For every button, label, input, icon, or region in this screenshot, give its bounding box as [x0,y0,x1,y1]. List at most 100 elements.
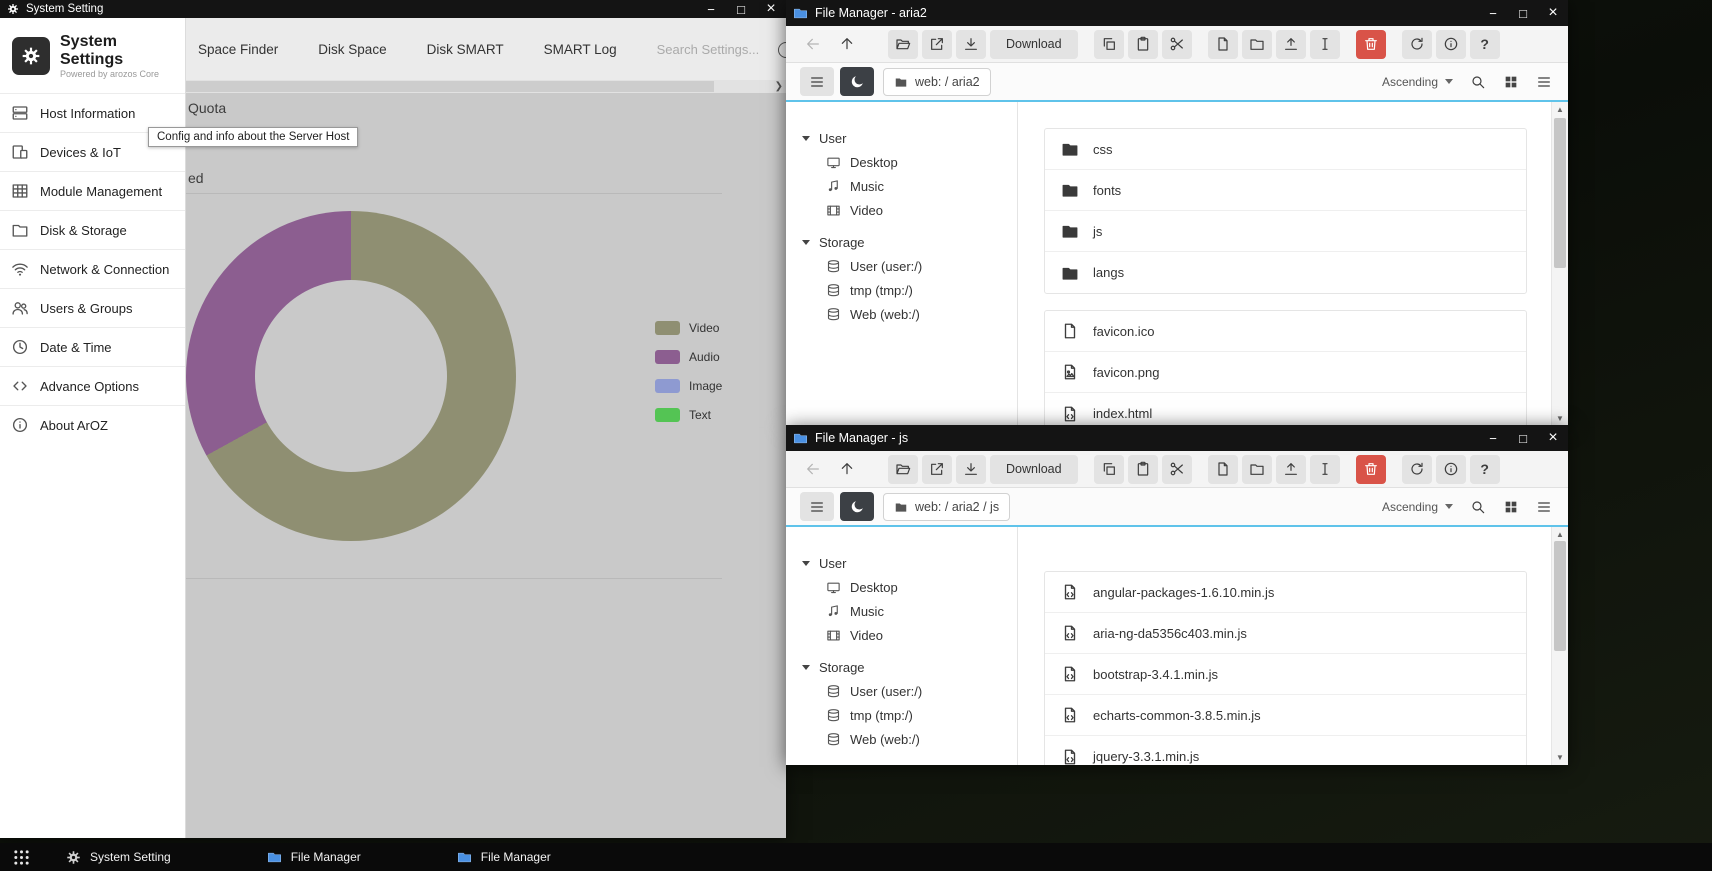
upload-button[interactable] [1276,455,1306,484]
tree-item-music[interactable]: Music [802,174,1017,198]
delete-button[interactable] [1356,455,1386,484]
file-row[interactable]: angular-packages-1.6.10.min.js [1045,572,1526,613]
system-settings-titlebar[interactable]: System Setting − □ × [0,0,786,18]
close-icon[interactable]: × [1538,0,1568,26]
scroll-down-icon[interactable]: ▼ [1552,751,1568,764]
download-button[interactable]: Download [990,30,1078,59]
tree-item-web-drive[interactable]: Web (web:/) [802,302,1017,326]
fm2-scrollbar[interactable]: ▲ ▼ [1551,527,1568,765]
cut-button[interactable] [1162,455,1192,484]
legend-item-audio[interactable]: Audio [655,350,722,364]
folder-row[interactable]: css [1045,129,1526,170]
new-folder-button[interactable] [1242,455,1272,484]
legend-item-video[interactable]: Video [655,321,722,335]
grid-view-icon[interactable] [1503,499,1519,515]
tree-item-user-drive[interactable]: User (user:/) [802,254,1017,278]
tree-item-web-drive[interactable]: Web (web:/) [802,727,1017,751]
refresh-button[interactable] [1402,455,1432,484]
open-external-button[interactable] [922,30,952,59]
sort-order-dropdown[interactable]: Ascending [1382,500,1453,514]
close-icon[interactable]: × [756,0,786,18]
paste-button[interactable] [1128,30,1158,59]
minimize-icon[interactable]: − [696,0,726,18]
search-icon[interactable] [1470,74,1486,90]
taskbar-item-system-setting[interactable]: System Setting [66,850,171,865]
up-button[interactable] [832,455,862,484]
tree-item-video[interactable]: Video [802,623,1017,647]
legend-item-text[interactable]: Text [655,408,722,422]
minimize-icon[interactable]: − [1478,0,1508,26]
file-row[interactable]: aria-ng-da5356c403.min.js [1045,613,1526,654]
maximize-icon[interactable]: □ [1508,0,1538,26]
new-file-button[interactable] [1208,30,1238,59]
tree-item-desktop[interactable]: Desktop [802,150,1017,174]
paste-button[interactable] [1128,455,1158,484]
list-view-icon[interactable] [1536,499,1552,515]
tab-space-finder[interactable]: Space Finder [198,42,278,57]
sidebar-item-network-connection[interactable]: Network & Connection [0,249,185,288]
search-input[interactable] [657,42,786,57]
tree-section-user[interactable]: User [802,126,1017,150]
list-view-icon[interactable] [1536,74,1552,90]
tree-item-tmp-drive[interactable]: tmp (tmp:/) [802,278,1017,302]
sort-order-dropdown[interactable]: Ascending [1382,75,1453,89]
tree-item-tmp-drive[interactable]: tmp (tmp:/) [802,703,1017,727]
tree-item-desktop[interactable]: Desktop [802,575,1017,599]
sidebar-item-users-groups[interactable]: Users & Groups [0,288,185,327]
tree-section-user[interactable]: User [802,551,1017,575]
file-row[interactable]: favicon.png [1045,352,1526,393]
apps-grid-icon[interactable] [9,845,33,869]
tree-section-storage[interactable]: Storage [802,655,1017,679]
sidebar-item-advance-options[interactable]: Advance Options [0,366,185,405]
taskbar-item-file-manager-1[interactable]: File Manager [267,850,361,865]
tab-disk-space[interactable]: Disk Space [318,42,386,57]
scroll-down-icon[interactable]: ▼ [1552,412,1568,425]
properties-button[interactable] [1436,30,1466,59]
breadcrumb[interactable]: web: / aria2 [883,68,991,96]
menu-button[interactable] [800,67,834,96]
fm1-scrollbar[interactable]: ▲ ▼ [1551,102,1568,426]
search-icon[interactable] [1470,499,1486,515]
tree-item-user-drive[interactable]: User (user:/) [802,679,1017,703]
tab-scrollbar[interactable]: ❯ [186,80,786,93]
back-button[interactable] [798,455,828,484]
sidebar-item-date-time[interactable]: Date & Time [0,327,185,366]
sidebar-item-about-aroz[interactable]: About ArOZ [0,405,185,444]
grid-view-icon[interactable] [1503,74,1519,90]
tree-section-storage[interactable]: Storage [802,230,1017,254]
scrollbar-thumb[interactable] [1554,541,1566,651]
scroll-up-icon[interactable]: ▲ [1552,528,1568,541]
close-icon[interactable]: × [1538,425,1568,451]
taskbar-item-file-manager-2[interactable]: File Manager [457,850,551,865]
help-button[interactable]: ? [1470,30,1500,59]
sidebar-item-module-management[interactable]: Module Management [0,171,185,210]
download-button[interactable]: Download [990,455,1078,484]
properties-button[interactable] [1436,455,1466,484]
maximize-icon[interactable]: □ [1508,425,1538,451]
help-button[interactable]: ? [1470,455,1500,484]
folder-row[interactable]: langs [1045,252,1526,293]
breadcrumb[interactable]: web: / aria2 / js [883,493,1010,521]
fm2-titlebar[interactable]: File Manager - js − □ × [786,425,1568,451]
download-icon-button[interactable] [956,455,986,484]
theme-toggle-button[interactable] [840,67,874,96]
minimize-icon[interactable]: − [1478,425,1508,451]
scrollbar-thumb[interactable] [1554,118,1566,268]
file-row[interactable]: index.html [1045,393,1526,426]
tab-smart-log[interactable]: SMART Log [544,42,617,57]
folder-row[interactable]: js [1045,211,1526,252]
scroll-up-icon[interactable]: ▲ [1552,103,1568,116]
menu-button[interactable] [800,492,834,521]
download-icon-button[interactable] [956,30,986,59]
folder-row[interactable]: fonts [1045,170,1526,211]
copy-button[interactable] [1094,30,1124,59]
tab-disk-smart[interactable]: Disk SMART [427,42,504,57]
delete-button[interactable] [1356,30,1386,59]
new-file-button[interactable] [1208,455,1238,484]
sidebar-item-disk-storage[interactable]: Disk & Storage [0,210,185,249]
file-row[interactable]: bootstrap-3.4.1.min.js [1045,654,1526,695]
maximize-icon[interactable]: □ [726,0,756,18]
file-row[interactable]: favicon.ico [1045,311,1526,352]
tab-scrollbar-thumb[interactable] [186,81,714,92]
copy-button[interactable] [1094,455,1124,484]
